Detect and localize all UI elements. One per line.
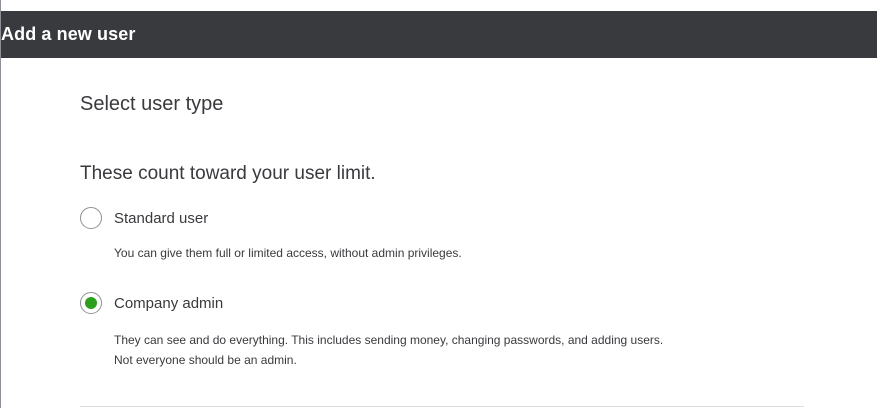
standard-user-label[interactable]: Standard user — [114, 210, 208, 227]
radio-option-standard-user[interactable]: Standard user — [80, 207, 208, 229]
company-admin-label[interactable]: Company admin — [114, 295, 223, 312]
company-admin-description-line1: They can see and do everything. This inc… — [114, 333, 664, 347]
user-limit-note: These count toward your user limit. — [80, 163, 376, 184]
standard-user-description: You can give them full or limited access… — [114, 246, 462, 260]
radio-option-company-admin[interactable]: Company admin — [80, 292, 223, 314]
radio-standard-user[interactable] — [80, 207, 102, 229]
company-admin-description: They can see and do everything. This inc… — [114, 330, 814, 370]
section-title: Select user type — [80, 93, 224, 115]
dialog-title: Add a new user — [1, 24, 136, 44]
company-admin-description-line2: Not everyone should be an admin. — [114, 353, 297, 367]
section-divider — [80, 406, 804, 407]
add-user-dialog: Add a new user Select user type These co… — [0, 0, 877, 408]
radio-company-admin[interactable] — [80, 292, 102, 314]
dialog-titlebar: Add a new user — [1, 11, 877, 58]
